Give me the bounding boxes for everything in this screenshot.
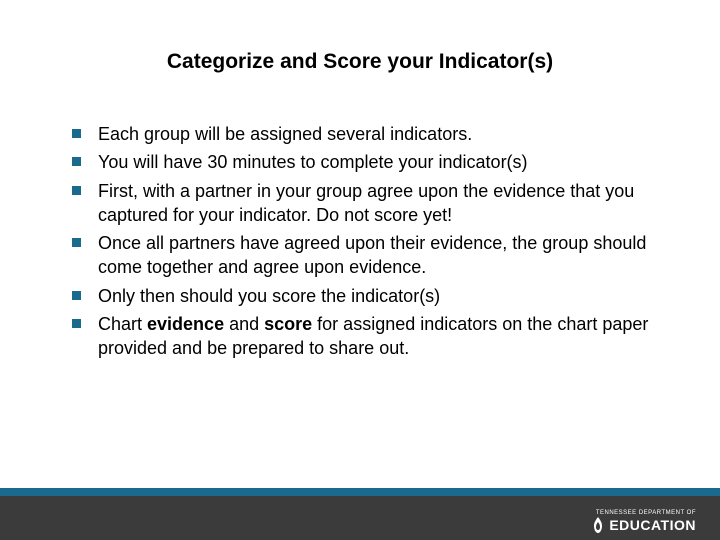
logo-main: EDUCATION [591,517,696,533]
flame-icon [591,517,605,533]
text-bold: score [264,314,312,334]
footer-band: TENNESSEE DEPARTMENT OF EDUCATION [0,496,720,540]
footer: TENNESSEE DEPARTMENT OF EDUCATION [0,488,720,540]
footer-logo: TENNESSEE DEPARTMENT OF EDUCATION [591,510,696,533]
text-run: and [224,314,264,334]
slide: Categorize and Score your Indicator(s) E… [0,0,720,540]
list-item: Each group will be assigned several indi… [70,122,660,146]
footer-accent-bar [0,488,720,496]
logo-topline: TENNESSEE DEPARTMENT OF [591,510,696,516]
text-run: Chart [98,314,147,334]
text-bold: evidence [147,314,224,334]
list-item: First, with a partner in your group agre… [70,179,660,228]
bullet-list: Each group will be assigned several indi… [60,122,660,361]
list-item: Only then should you score the indicator… [70,284,660,308]
list-item: You will have 30 minutes to complete you… [70,150,660,174]
list-item: Once all partners have agreed upon their… [70,231,660,280]
slide-title: Categorize and Score your Indicator(s) [60,50,660,74]
logo-text: EDUCATION [609,518,696,532]
list-item: Chart evidence and score for assigned in… [70,312,660,361]
